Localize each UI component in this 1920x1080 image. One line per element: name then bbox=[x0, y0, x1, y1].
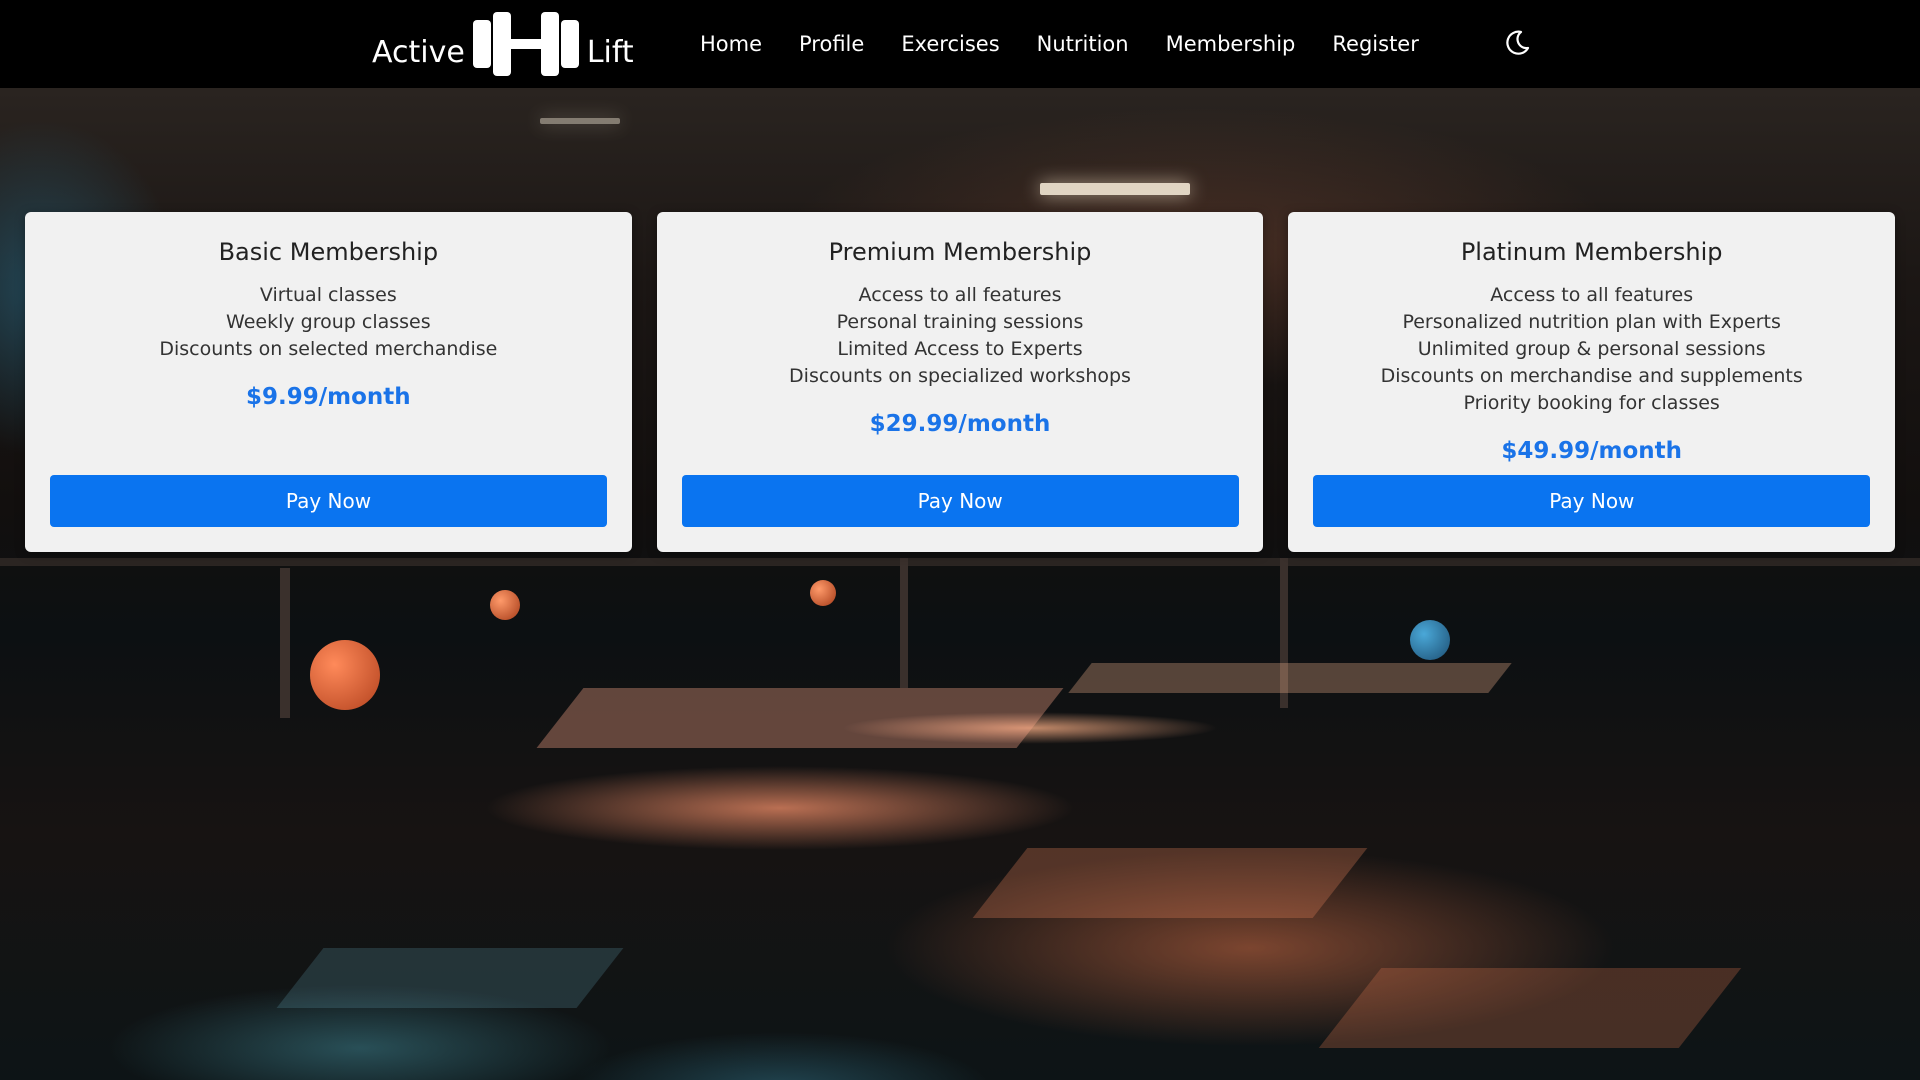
plan-feature: Virtual classes bbox=[259, 284, 397, 306]
plan-title: Basic Membership bbox=[218, 238, 439, 266]
plan-title: Premium Membership bbox=[828, 238, 1092, 266]
main-nav: Home Profile Exercises Nutrition Members… bbox=[700, 0, 1456, 88]
medicine-ball bbox=[1410, 620, 1450, 660]
plan-feature: Access to all features bbox=[1490, 284, 1694, 306]
plan-feature: Unlimited group & personal sessions bbox=[1417, 338, 1766, 360]
medicine-ball bbox=[310, 640, 380, 710]
medicine-ball bbox=[490, 590, 520, 620]
nav-exercises[interactable]: Exercises bbox=[901, 32, 999, 56]
nav-nutrition[interactable]: Nutrition bbox=[1037, 32, 1129, 56]
plan-features: Virtual classes Weekly group classes Dis… bbox=[25, 282, 632, 410]
nav-membership[interactable]: Membership bbox=[1166, 32, 1296, 56]
plan-feature: Weekly group classes bbox=[226, 311, 431, 333]
ceiling-light bbox=[540, 118, 620, 124]
plan-price: $9.99/month bbox=[246, 384, 411, 410]
plan-feature: Discounts on merchandise and supplements bbox=[1380, 365, 1803, 387]
nav-profile[interactable]: Profile bbox=[799, 32, 864, 56]
membership-plans: Basic Membership Virtual classes Weekly … bbox=[25, 212, 1896, 552]
plan-card-basic: Basic Membership Virtual classes Weekly … bbox=[25, 212, 632, 552]
plan-feature: Discounts on selected merchandise bbox=[159, 338, 498, 360]
plan-feature: Personalized nutrition plan with Experts bbox=[1402, 311, 1781, 333]
pay-now-button-basic[interactable]: Pay Now bbox=[50, 475, 607, 527]
plan-feature: Limited Access to Experts bbox=[837, 338, 1083, 360]
brand-name-right: Lift bbox=[586, 35, 634, 70]
plan-feature: Priority booking for classes bbox=[1463, 392, 1720, 414]
floor-light-patch bbox=[1318, 968, 1742, 1048]
floor-light-patch bbox=[972, 848, 1368, 918]
plan-features: Access to all features Personal training… bbox=[657, 282, 1264, 437]
dumbbell-icon bbox=[472, 12, 579, 76]
pay-now-button-platinum[interactable]: Pay Now bbox=[1313, 475, 1871, 527]
floor-light-patch bbox=[1068, 663, 1512, 693]
nav-register[interactable]: Register bbox=[1332, 32, 1418, 56]
plan-card-premium: Premium Membership Access to all feature… bbox=[656, 212, 1264, 552]
plan-features: Access to all features Personalized nutr… bbox=[1288, 282, 1895, 464]
equipment-rack bbox=[280, 568, 290, 718]
plan-feature: Personal training sessions bbox=[836, 311, 1084, 333]
plan-price: $49.99/month bbox=[1501, 438, 1683, 464]
plan-feature: Access to all features bbox=[858, 284, 1062, 306]
plan-card-platinum: Platinum Membership Access to all featur… bbox=[1288, 212, 1896, 552]
plan-price: $29.99/month bbox=[869, 411, 1051, 437]
ceiling-light bbox=[1040, 183, 1190, 195]
brand-name-left: Active bbox=[372, 35, 465, 70]
moon-icon[interactable] bbox=[1502, 28, 1532, 58]
floor-light-patch bbox=[536, 688, 1064, 748]
nav-home[interactable]: Home bbox=[700, 32, 762, 56]
floor-light-patch bbox=[276, 948, 624, 1008]
equipment-rack bbox=[900, 558, 908, 688]
brand-logo[interactable]: Active Lift bbox=[372, 12, 634, 76]
equipment-rack bbox=[0, 558, 1920, 566]
plan-title: Platinum Membership bbox=[1460, 238, 1723, 266]
pay-now-button-premium[interactable]: Pay Now bbox=[681, 475, 1239, 527]
medicine-ball bbox=[810, 580, 836, 606]
top-navbar: Active Lift Home Profile Exercises Nutri… bbox=[0, 0, 1920, 88]
plan-feature: Discounts on specialized workshops bbox=[789, 365, 1131, 387]
